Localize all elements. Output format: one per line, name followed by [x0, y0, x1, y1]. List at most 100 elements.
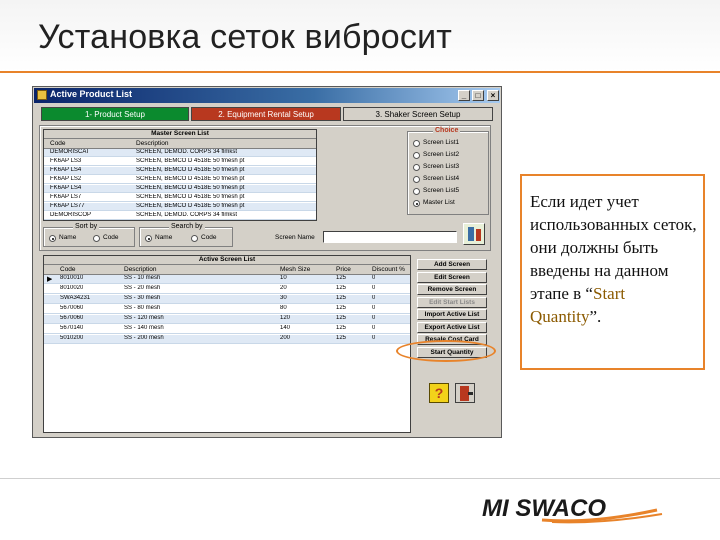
sort-by-name-label: Name: [59, 234, 77, 241]
cell-code: 8010020: [60, 285, 84, 291]
tab-shaker-screen-setup[interactable]: 3. Shaker Screen Setup: [343, 107, 493, 121]
search-by-code-radio[interactable]: [191, 235, 198, 242]
search-by-name-radio[interactable]: [145, 235, 152, 242]
choice-radio[interactable]: [413, 140, 420, 147]
cell-code: DEMORISCAT: [50, 149, 90, 155]
cell-code: 5010200: [60, 335, 84, 341]
choice-radio[interactable]: [413, 152, 420, 159]
cell-description: SS - 20 mesh: [124, 285, 161, 291]
cell-description: SS - 120 mesh: [124, 315, 164, 321]
cell-mesh-size: 140: [280, 325, 291, 331]
table-row[interactable]: 5670140 SS - 140 mesh 140 125 0: [44, 325, 410, 334]
column-header-code: Code: [60, 266, 76, 273]
master-screen-grid[interactable]: Master Screen List Code Description DEMO…: [43, 129, 317, 221]
table-row[interactable]: 5670060 SS - 80 mesh 80 125 0: [44, 305, 410, 314]
cell-description: SS - 30 mesh: [124, 295, 161, 301]
callout-box: Если идет учет использованных сеток, они…: [520, 174, 705, 370]
remove-screen-button[interactable]: Remove Screen: [417, 284, 487, 295]
cell-discount: 0: [372, 315, 376, 321]
cell-code: DEMORISCOP: [50, 212, 92, 218]
choice-label: Master List: [423, 199, 455, 206]
master-grid-header: Code Description: [44, 139, 316, 149]
maximize-button[interactable]: □: [472, 90, 484, 101]
exit-door-icon[interactable]: [455, 383, 475, 403]
cell-price: 125: [336, 325, 347, 331]
choice-label: Screen List4: [423, 175, 460, 182]
cell-description: SCREEN, DEMOD. CORPS 34 flmkst: [136, 149, 238, 155]
cell-code: 5670060: [60, 305, 84, 311]
add-screen-button[interactable]: Add Screen: [417, 259, 487, 270]
mi-swaco-logo: MI SWACO: [482, 495, 663, 524]
edit-start-lists-button[interactable]: Edit Start Lists: [417, 296, 487, 308]
choice-label: Screen List5: [423, 187, 460, 194]
minimize-button[interactable]: _: [458, 90, 470, 101]
cell-discount: 0: [372, 305, 376, 311]
choice-label: Screen List2: [423, 151, 460, 158]
tab-product-setup[interactable]: 1- Product Setup: [41, 107, 189, 121]
cell-mesh-size: 10: [280, 275, 287, 281]
master-grid-title: Master Screen List: [44, 130, 316, 139]
choice-label: Screen List3: [423, 163, 460, 170]
cell-code: FK6AP LS77: [50, 203, 85, 209]
cell-code: SWA34231: [60, 295, 91, 301]
cell-description: SS - 80 mesh: [124, 305, 161, 311]
column-header-description: Description: [136, 140, 169, 147]
screen-name-input[interactable]: [323, 231, 457, 243]
sort-by-name-radio[interactable]: [49, 235, 56, 242]
cell-mesh-size: 120: [280, 315, 291, 321]
window-titlebar[interactable]: Active Product List _ □ ×: [34, 88, 500, 103]
table-row[interactable]: DEMORISCAT SCREEN, DEMOD. CORPS 34 flmkst: [44, 149, 316, 157]
cell-mesh-size: 30: [280, 295, 287, 301]
header-divider: [0, 71, 720, 73]
choice-radio[interactable]: [413, 176, 420, 183]
table-row[interactable]: 8010020 SS - 20 mesh 20 125 0: [44, 285, 410, 294]
sort-by-code-radio[interactable]: [93, 235, 100, 242]
import-active-list-button[interactable]: Import Active List: [417, 309, 487, 320]
help-icon[interactable]: ?: [429, 383, 449, 403]
cell-description: SS - 10 mesh: [124, 275, 161, 281]
active-screen-grid[interactable]: Active Screen List Code Description Mesh…: [43, 255, 411, 433]
app-icon: [37, 90, 47, 100]
cell-mesh-size: 200: [280, 335, 291, 341]
table-row[interactable]: DEMORISCOP SCREEN, DEMOD. CORPS 34 flmkst: [44, 212, 316, 220]
cell-price: 125: [336, 275, 347, 281]
cell-code: 8010010: [60, 275, 84, 281]
table-row[interactable]: FK6AP LS7 SCREEN, BEMCO D 4518E 50 fmesh …: [44, 194, 316, 202]
cell-description: SS - 140 mesh: [124, 325, 164, 331]
table-row[interactable]: 5670060 SS - 120 mesh 120 125 0: [44, 315, 410, 324]
sort-by-title: Sort by: [73, 223, 100, 230]
window-title: Active Product List: [50, 89, 133, 99]
cell-code: FK6AP LS7: [50, 194, 82, 200]
table-row[interactable]: ▶ 8010010 SS - 10 mesh 10 125 0: [44, 275, 410, 284]
table-row[interactable]: SWA34231 SS - 30 mesh 30 125 0: [44, 295, 410, 304]
cell-mesh-size: 20: [280, 285, 287, 291]
table-row[interactable]: FK6AP LS4 SCREEN, BEMCO D 4518E 50 fmesh …: [44, 167, 316, 175]
table-row[interactable]: FK6AP LS3 SCREEN, BEMCO D 4518E 50 fmesh …: [44, 158, 316, 166]
cell-discount: 0: [372, 295, 376, 301]
table-row[interactable]: 5010200 SS - 200 mesh 200 125 0: [44, 335, 410, 344]
table-row[interactable]: FK6AP LS77 SCREEN, BEMCO D 4518E 50 fmesh…: [44, 203, 316, 211]
cell-price: 125: [336, 305, 347, 311]
cell-discount: 0: [372, 335, 376, 341]
table-row[interactable]: FK6AP LS2 SCREEN, BEMCO D 4518E 50 fmesh …: [44, 176, 316, 184]
edit-screen-button[interactable]: Edit Screen: [417, 271, 487, 283]
cell-description: SCREEN, BEMCO D 4518E 50 fmesh pt: [136, 203, 245, 209]
cell-price: 125: [336, 335, 347, 341]
cell-description: SS - 200 mesh: [124, 335, 164, 341]
close-button[interactable]: ×: [487, 90, 499, 101]
tab-equipment-rental-setup[interactable]: 2. Equipment Rental Setup: [191, 107, 341, 121]
cell-price: 125: [336, 315, 347, 321]
cell-description: SCREEN, BEMCO D 4518E 50 fmesh pt: [136, 176, 245, 182]
cell-code: 5670060: [60, 315, 84, 321]
choice-group-title: Choice: [433, 127, 461, 134]
choice-radio[interactable]: [413, 200, 420, 207]
footer-divider: [0, 478, 720, 479]
export-active-list-button[interactable]: Export Active List: [417, 321, 487, 333]
cell-discount: 0: [372, 285, 376, 291]
choice-radio[interactable]: [413, 164, 420, 171]
search-by-group: [139, 227, 233, 247]
choice-radio[interactable]: [413, 188, 420, 195]
screen-tool-icon[interactable]: [463, 223, 485, 245]
table-row[interactable]: FK6AP LS4 SCREEN, BEMCO D 4518E 50 fmesh …: [44, 185, 316, 193]
column-header-code: Code: [50, 140, 66, 147]
